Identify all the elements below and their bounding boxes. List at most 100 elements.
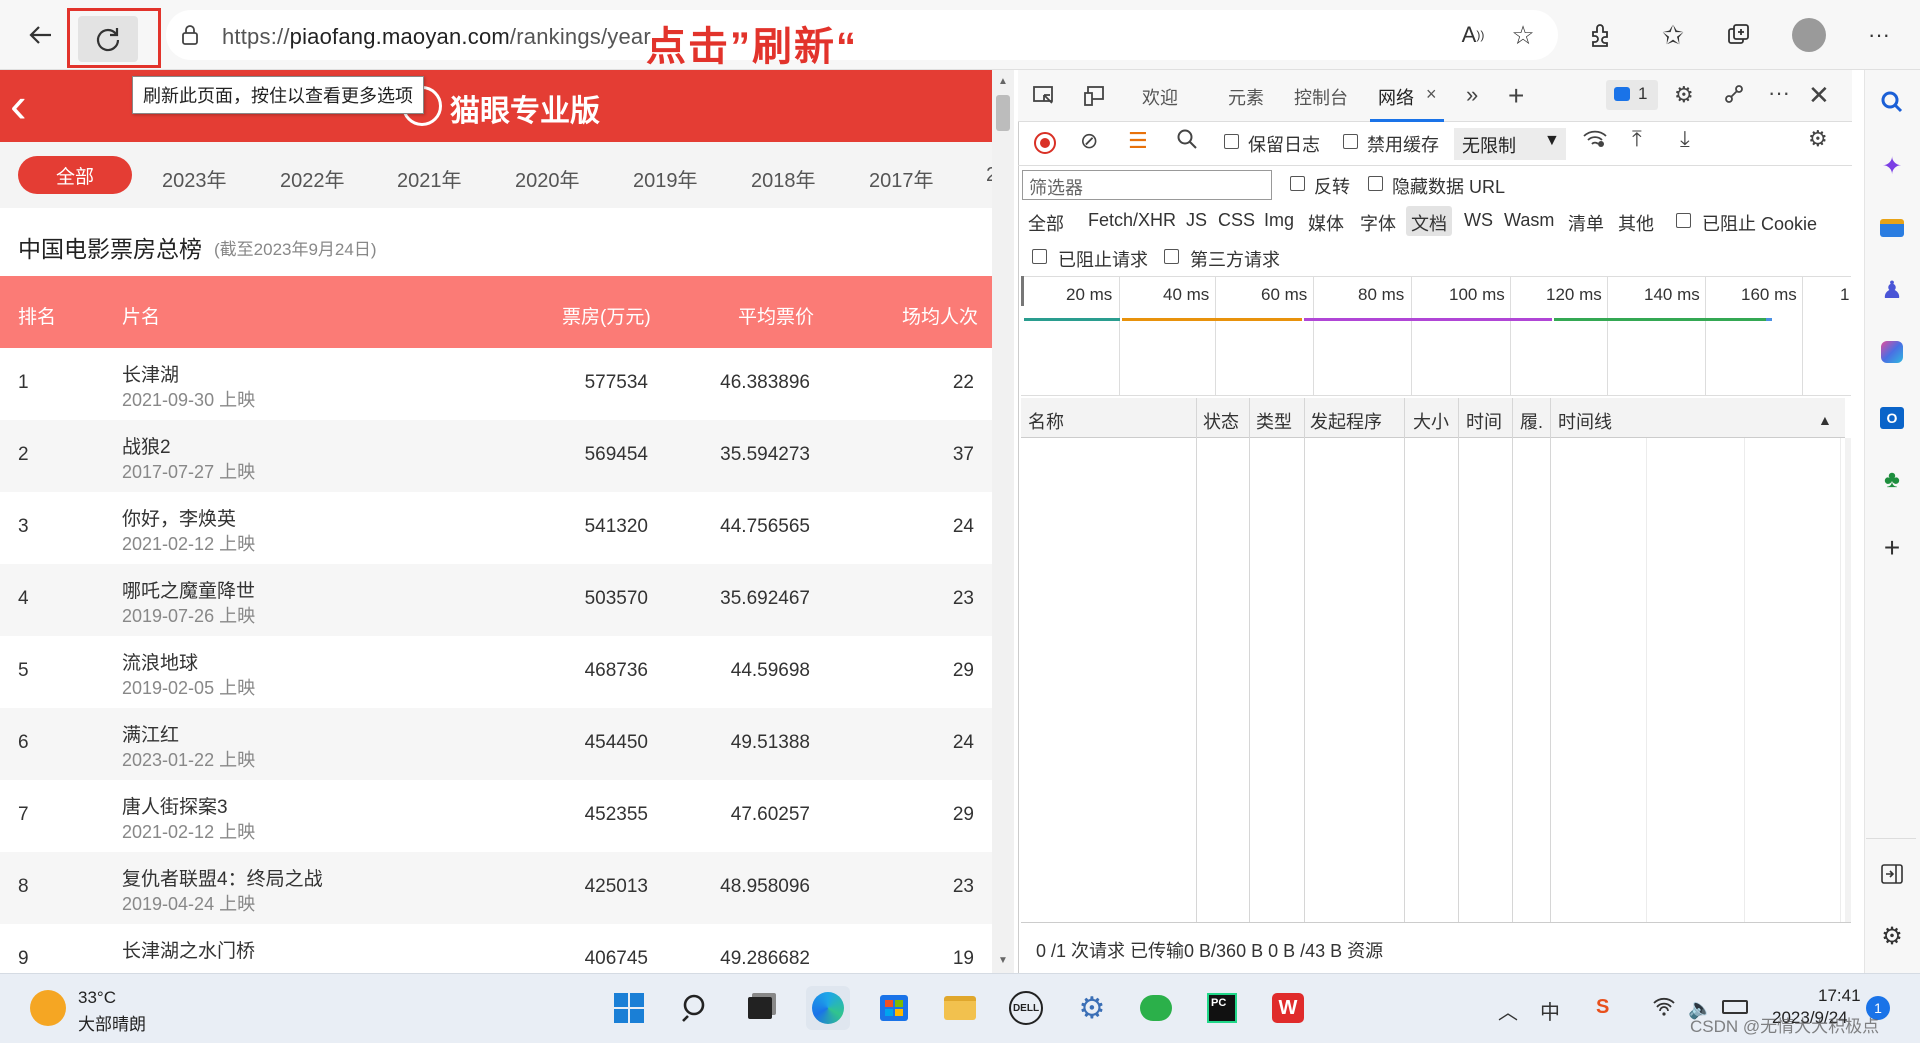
year-tab-2019[interactable]: 2019年	[633, 164, 698, 193]
page-scrollbar[interactable]	[992, 70, 1014, 973]
store-icon[interactable]	[872, 986, 916, 1030]
network-settings-icon[interactable]: ⚙	[1808, 126, 1828, 152]
type-font[interactable]: 字体	[1360, 210, 1396, 236]
type-ws[interactable]: WS	[1464, 210, 1493, 231]
col-waterfall[interactable]: 时间线	[1558, 408, 1612, 434]
more-tabs-icon[interactable]: »	[1466, 82, 1478, 108]
col-name[interactable]: 名称	[1028, 408, 1064, 434]
export-har-icon[interactable]: ⤓	[1680, 126, 1690, 152]
type-js[interactable]: JS	[1186, 210, 1207, 231]
year-tab-2020[interactable]: 2020年	[515, 164, 580, 193]
pycharm-icon[interactable]: PC	[1200, 986, 1244, 1030]
type-fetch-xhr[interactable]: Fetch/XHR	[1088, 210, 1176, 231]
col-fulfilled[interactable]: 履.	[1520, 408, 1543, 434]
filter-icon[interactable]: ☰	[1128, 128, 1148, 154]
sidebar-tree-icon[interactable]: ♣	[1870, 460, 1914, 500]
back-button[interactable]	[20, 14, 62, 56]
wps-icon[interactable]: W	[1266, 986, 1310, 1030]
type-all[interactable]: 全部	[1028, 210, 1064, 236]
filter-input[interactable]: 筛选器	[1022, 170, 1272, 200]
profile-avatar[interactable]	[1788, 14, 1830, 56]
scroll-up-icon[interactable]: ▲	[998, 76, 1008, 87]
type-img[interactable]: Img	[1264, 210, 1294, 231]
col-time[interactable]: 时间	[1466, 408, 1502, 434]
timeline-left-handle[interactable]	[1021, 276, 1024, 306]
more-menu-icon[interactable]: ···	[1858, 14, 1900, 56]
col-type[interactable]: 类型	[1256, 408, 1292, 434]
lock-icon[interactable]	[180, 24, 200, 52]
inspect-element-icon[interactable]	[1032, 84, 1056, 114]
tab-welcome[interactable]: 欢迎	[1142, 84, 1178, 110]
close-tab-icon[interactable]: ×	[1426, 84, 1437, 105]
refresh-button[interactable]	[78, 16, 138, 62]
col-status[interactable]: 状态	[1203, 408, 1239, 434]
weather-desc[interactable]: 大部晴朗	[78, 1010, 146, 1035]
blocked-requests-checkbox[interactable]	[1032, 249, 1047, 264]
type-other[interactable]: 其他	[1618, 210, 1654, 236]
search-icon[interactable]	[1176, 128, 1198, 156]
file-explorer-icon[interactable]	[938, 986, 982, 1030]
sidebar-hide-icon[interactable]	[1870, 854, 1914, 894]
year-tab-2022[interactable]: 2022年	[280, 164, 345, 193]
dropdown-arrow-icon[interactable]: ▼	[1544, 132, 1560, 150]
sidebar-outlook-icon[interactable]: O	[1870, 398, 1914, 438]
preserve-log-checkbox[interactable]	[1224, 134, 1239, 149]
dell-icon[interactable]: DELL	[1004, 986, 1048, 1030]
clock-time[interactable]: 17:41	[1818, 986, 1861, 1006]
tab-console[interactable]: 控制台	[1294, 84, 1348, 110]
year-tab-all[interactable]: 全部	[18, 156, 132, 194]
sidebar-search-icon[interactable]	[1870, 82, 1914, 122]
record-button[interactable]	[1034, 132, 1056, 154]
type-media[interactable]: 媒体	[1308, 210, 1344, 236]
col-box[interactable]: 票房(万元)	[562, 302, 651, 329]
edge-taskbar-icon[interactable]	[806, 986, 850, 1030]
clear-icon[interactable]: ⊘	[1080, 128, 1098, 154]
devtools-more-icon[interactable]: ···	[1768, 80, 1790, 106]
blocked-cookies-checkbox[interactable]	[1676, 213, 1691, 228]
sidebar-copilot-icon[interactable]: ✦	[1870, 146, 1914, 186]
extensions-icon[interactable]	[1580, 14, 1622, 56]
tab-elements[interactable]: 元素	[1228, 84, 1264, 110]
year-tab-2017[interactable]: 2017年	[869, 164, 934, 193]
year-tab-2021[interactable]: 2021年	[397, 164, 462, 193]
col-size[interactable]: 大小	[1413, 408, 1449, 434]
network-conditions-icon[interactable]	[1582, 128, 1608, 156]
scroll-down-icon[interactable]: ▼	[998, 955, 1008, 966]
type-css[interactable]: CSS	[1218, 210, 1255, 231]
add-tab-icon[interactable]: +	[1508, 80, 1524, 112]
sidebar-add-icon[interactable]: +	[1870, 528, 1914, 568]
ime-indicator[interactable]: 中	[1540, 996, 1560, 1025]
invert-checkbox[interactable]	[1290, 176, 1305, 191]
tray-chevron-icon[interactable]: ︿	[1498, 996, 1518, 1025]
wifi-icon[interactable]	[1652, 996, 1676, 1022]
wechat-icon[interactable]	[1134, 986, 1178, 1030]
network-scrollbar[interactable]	[1845, 438, 1851, 922]
task-view-icon[interactable]	[738, 986, 782, 1030]
tab-network[interactable]: 网络	[1378, 84, 1414, 110]
settings-icon[interactable]: ⚙	[1674, 82, 1694, 108]
device-emulation-icon[interactable]	[1082, 84, 1106, 114]
start-icon[interactable]	[607, 986, 651, 1030]
url-text[interactable]: https://piaofang.maoyan.com/rankings/yea…	[222, 24, 651, 50]
sidebar-games-icon[interactable]: ♟	[1870, 270, 1914, 310]
year-tab-2018[interactable]: 2018年	[751, 164, 816, 193]
taskbar-search-icon[interactable]	[674, 986, 718, 1030]
close-devtools-icon[interactable]: ✕	[1808, 80, 1830, 111]
type-doc[interactable]: 文档	[1411, 210, 1447, 236]
issues-badge[interactable]: 1	[1606, 80, 1658, 110]
sogou-icon[interactable]: S	[1596, 996, 1609, 1019]
disable-cache-checkbox[interactable]	[1343, 134, 1358, 149]
read-aloud-icon[interactable]: A))	[1452, 14, 1494, 56]
page-scroll-thumb[interactable]	[996, 95, 1010, 131]
customize-icon[interactable]	[1722, 82, 1746, 112]
import-har-icon[interactable]: ⤒	[1632, 126, 1642, 152]
type-manifest[interactable]: 清单	[1568, 210, 1604, 236]
col-initiator[interactable]: 发起程序	[1310, 408, 1382, 434]
col-avg-people[interactable]: 场均人次	[902, 302, 978, 329]
year-tab-2023[interactable]: 2023年	[162, 164, 227, 193]
sidebar-tools-icon[interactable]	[1870, 208, 1914, 248]
weather-sun-icon[interactable]	[30, 990, 66, 1026]
settings-taskbar-icon[interactable]: ⚙	[1070, 986, 1114, 1030]
col-avg-price[interactable]: 平均票价	[738, 302, 814, 329]
add-favorite-icon[interactable]: ☆	[1502, 14, 1544, 56]
